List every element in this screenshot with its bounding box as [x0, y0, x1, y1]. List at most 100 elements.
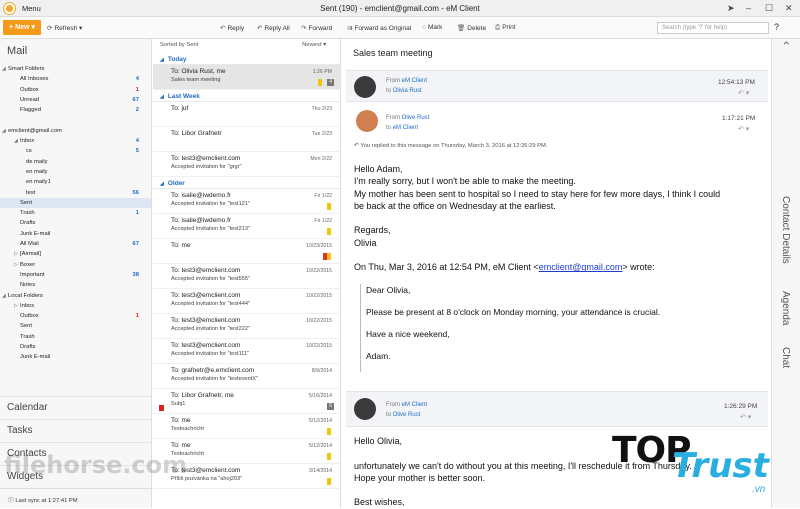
expand-icon[interactable]: ▷ [14, 301, 18, 311]
group-header[interactable]: ◢ Older [153, 177, 340, 189]
sidebar-folder[interactable]: Trash [0, 332, 151, 342]
sidebar-folder-label: Sent [20, 199, 32, 206]
expand-icon[interactable]: ◢ [2, 291, 6, 301]
sidebar-folder[interactable]: cs 5 [0, 146, 151, 156]
sidebar-folder[interactable]: ▷ Inbox [0, 301, 151, 311]
module-calendar[interactable]: Calendar [0, 396, 151, 419]
message-row[interactable]: To: juf Thu 2/23 [153, 102, 340, 127]
sidebar-folder[interactable]: Flagged 2 [0, 105, 151, 115]
sidebar-folder[interactable]: ▷ [Airmail] [0, 249, 151, 259]
group-header[interactable]: ◢ Today [153, 53, 340, 65]
expand-icon[interactable]: ◢ [2, 126, 6, 136]
sidebar-folder[interactable]: ◢ Inbox 4 [0, 136, 151, 146]
sidebar-folder[interactable]: ▷ Boxer [0, 260, 151, 270]
mark-button[interactable]: ○ Mark [422, 24, 442, 31]
category-tag-icon[interactable] [327, 428, 331, 435]
from-name[interactable]: eM Client [402, 78, 427, 84]
to-name[interactable]: Olive Rust [393, 412, 421, 418]
message-row[interactable]: To: test3@emclient.com Accepted invitatio… [153, 314, 340, 339]
refresh-button[interactable]: ⟳ Refresh ▾ [47, 24, 82, 32]
expand-icon[interactable]: ▷ [14, 249, 18, 259]
minimize-icon[interactable]: – [746, 3, 751, 13]
sidebar-folder[interactable]: en maily1 [0, 177, 151, 187]
email-link[interactable]: emclient@gmail.com [539, 262, 623, 272]
from-name[interactable]: eM Client [402, 402, 427, 408]
category-tag-icon[interactable] [327, 228, 331, 235]
sidebar-folder[interactable]: de maily [0, 157, 151, 167]
category-tag-icon[interactable] [327, 478, 331, 485]
sidebar-folder[interactable]: ◢ emclient@gmail.com [0, 126, 151, 136]
delete-button[interactable]: 🗑 Delete [457, 24, 486, 32]
tab-chat[interactable]: Chat [780, 347, 791, 368]
group-header[interactable]: ◢ Last Week [153, 90, 340, 102]
message-row[interactable]: To: isalie@iwdemo.fr Accepted invitation … [153, 189, 340, 214]
sidebar-folder[interactable] [0, 115, 151, 125]
sidebar-folder[interactable]: Drafts [0, 218, 151, 228]
new-button[interactable]: + New ▾ [3, 20, 41, 35]
tab-agenda[interactable]: Agenda [780, 291, 791, 325]
message-row[interactable]: To: test3@emclient.com Accepted invitatio… [153, 339, 340, 364]
maximize-icon[interactable]: ☐ [765, 3, 773, 14]
message-row[interactable]: To: Libor Grafnetr Tue 2/23 [153, 127, 340, 152]
reply-button[interactable]: ↶ Reply [220, 24, 244, 32]
category-tag-icon[interactable] [323, 253, 327, 260]
message-row[interactable]: To: me 10/23/2015 [153, 239, 340, 264]
help-icon[interactable]: ? [774, 22, 779, 32]
sidebar-folder[interactable]: Junk E-mail [0, 352, 151, 362]
sidebar-folder[interactable]: Sent [0, 197, 151, 209]
category-tag-icon[interactable] [327, 453, 331, 460]
from-name[interactable]: Olive Rust [402, 115, 430, 121]
message-header-3[interactable]: From eM Client to Olive Rust 1:26:29 PM … [346, 391, 768, 427]
sidebar-folder[interactable]: All Inboxes 4 [0, 74, 151, 84]
sidebar-folder[interactable]: test 56 [0, 188, 151, 198]
sidebar-folder[interactable]: Trash 1 [0, 208, 151, 218]
expand-icon[interactable]: ◢ [14, 136, 18, 146]
category-tag-icon[interactable] [318, 79, 322, 86]
message-row[interactable]: To: test3@emclient.com Accepted invitatio… [153, 289, 340, 314]
sidebar-folder[interactable]: Outbox 1 [0, 85, 151, 95]
module-tasks[interactable]: Tasks [0, 419, 151, 442]
sorted-by-label[interactable]: Sorted by Sent [160, 42, 198, 48]
to-name[interactable]: Olivia Rust [393, 88, 422, 94]
to-name[interactable]: eM Client [393, 125, 418, 131]
sidebar-folder[interactable]: ◢ Smart Folders [0, 64, 151, 74]
sidebar-folder[interactable]: en maily [0, 167, 151, 177]
message-row[interactable]: To: Olivia Rust, me Sales team meeting 1:2… [153, 65, 340, 90]
message-row[interactable]: To: me Testnachricht 5/12/2014 [153, 414, 340, 439]
sort-order-dropdown[interactable]: Newest ▾ [302, 42, 326, 48]
sidebar-folder-label: Trash [20, 333, 35, 340]
sidebar-folder[interactable]: Unread 67 [0, 95, 151, 105]
message-row[interactable]: To: test3@emclient.com Accepted invitatio… [153, 264, 340, 289]
category-tag-icon[interactable] [327, 203, 331, 210]
expand-icon[interactable]: ▷ [14, 260, 18, 270]
reply-icon[interactable]: ↶ ▾ [740, 413, 751, 421]
forward-original-button[interactable]: ⇉ Forward as Original [347, 24, 411, 32]
sidebar-folder[interactable]: Sent [0, 321, 151, 331]
search-input[interactable]: Search (type '?' for help) [657, 22, 769, 34]
collapse-icon[interactable]: ‹ [780, 41, 794, 45]
mark-label: Mark [427, 24, 443, 31]
sidebar-folder[interactable]: Junk E-mail [0, 229, 151, 239]
category-tag-icon[interactable] [327, 253, 331, 260]
close-icon[interactable]: ✕ [785, 3, 793, 14]
flag-icon[interactable] [159, 405, 164, 411]
sidebar-folder[interactable]: Notes [0, 280, 151, 290]
expand-icon[interactable]: ◢ [2, 64, 6, 74]
reply-all-button[interactable]: ↶ Reply All [257, 24, 290, 32]
sidebar-folder-label: Inbox [20, 138, 35, 145]
message-row[interactable]: To: grafnetr@e.emclient.com Accepted invi… [153, 364, 340, 389]
message-row[interactable]: To: Libor Grafnetr, me Subj1 5/16/2014 6 [153, 389, 340, 414]
reply-icon[interactable]: ↶ ▾ [738, 125, 749, 133]
reply-icon[interactable]: ↶ ▾ [738, 89, 749, 97]
message-header-1[interactable]: From eM Client to Olivia Rust 12:54:13 P… [346, 70, 768, 102]
sidebar-folder[interactable]: ◢ Local Folders [0, 291, 151, 301]
message-row[interactable]: To: isalie@iwdemo.fr Accepted invitation … [153, 214, 340, 239]
sidebar-folder[interactable]: Drafts [0, 342, 151, 352]
sidebar-folder[interactable]: Important 38 [0, 270, 151, 280]
sidebar-folder[interactable]: All Mail 67 [0, 239, 151, 249]
message-row[interactable]: To: test3@emclient.com Accepted invitatio… [153, 152, 340, 177]
forward-button[interactable]: ↷ Forward [301, 24, 332, 32]
tab-contact-details[interactable]: Contact Details [780, 196, 791, 264]
print-button[interactable]: ⎙ Print [495, 24, 516, 32]
sidebar-folder[interactable]: Outbox 1 [0, 311, 151, 321]
